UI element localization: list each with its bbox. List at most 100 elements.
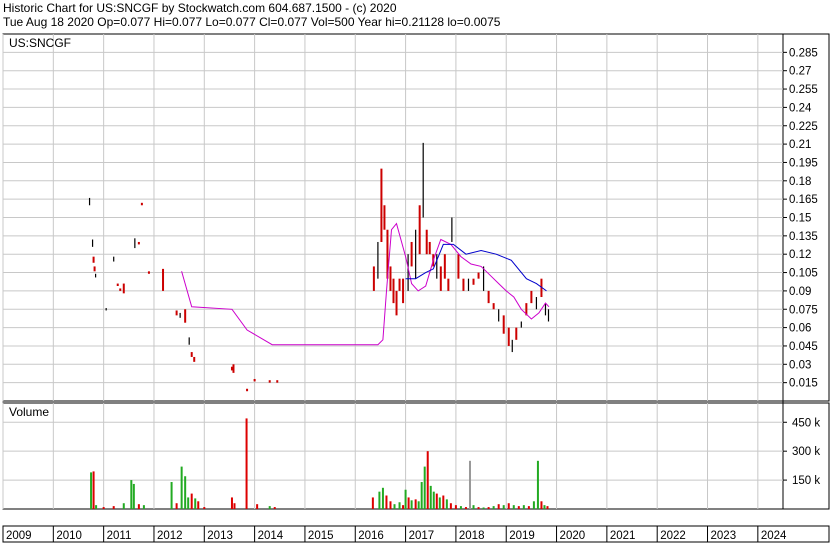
y-tick-label: 0.285 — [789, 47, 818, 59]
volume-bar — [449, 503, 452, 509]
volume-bar — [536, 460, 539, 509]
y-tick-label: 0.27 — [789, 66, 811, 78]
volume-bar — [393, 504, 396, 509]
volume-bar — [404, 489, 407, 509]
volume-bar — [90, 472, 93, 509]
volume-bar — [435, 493, 438, 509]
volume-panel-label: Volume — [9, 405, 49, 419]
volume-bar — [414, 499, 417, 509]
volume-bar — [502, 505, 505, 509]
volume-bar — [92, 471, 95, 509]
volume-bar — [398, 502, 401, 509]
volume-bar — [378, 491, 381, 509]
x-tick-label: 2015 — [308, 530, 334, 542]
x-tick-label: 2020 — [560, 530, 586, 542]
y-tick-label: 0.015 — [789, 378, 818, 390]
volume-bar — [468, 460, 471, 509]
volume-bar — [432, 491, 435, 509]
x-tick-label: 2009 — [6, 530, 32, 542]
x-tick-label: 2014 — [258, 530, 284, 542]
x-tick-label: 2021 — [610, 530, 636, 542]
volume-bar — [197, 501, 200, 509]
volume-bar — [540, 501, 543, 509]
volume-bar — [527, 506, 530, 509]
volume-bar — [180, 466, 183, 509]
volume-bar — [203, 507, 206, 509]
volume-bar — [402, 505, 405, 509]
volume-bar — [454, 505, 457, 509]
x-tick-label: 2011 — [107, 530, 132, 542]
volume-bar — [132, 483, 135, 509]
y-tick-label: 0.255 — [789, 84, 818, 96]
volume-bar — [522, 505, 525, 509]
y-tick-label: 0.135 — [789, 231, 818, 243]
volume-bar — [95, 505, 98, 509]
x-tick-label: 2017 — [409, 530, 435, 542]
volume-tick-label: 300 k — [792, 446, 820, 458]
y-tick-label: 0.195 — [789, 157, 818, 169]
volume-bar — [459, 506, 462, 509]
volume-bar — [438, 497, 441, 509]
x-tick-label: 2018 — [459, 530, 485, 542]
y-tick-label: 0.15 — [789, 213, 811, 225]
volume-bar — [417, 501, 420, 509]
y-tick-label: 0.18 — [789, 176, 811, 188]
volume-bar — [381, 487, 384, 509]
volume-tick-label: 150 k — [792, 475, 820, 487]
volume-bar — [429, 485, 432, 509]
volume-bar — [230, 497, 233, 509]
y-tick-label: 0.03 — [789, 359, 811, 371]
volume-bar — [184, 476, 187, 509]
volume-bar — [410, 500, 413, 509]
volume-tick-label: 450 k — [792, 417, 820, 429]
stock-chart: 2009 2010 2011 2012 2013 2014 2015 2016 2017 2018… — [2, 33, 830, 543]
x-tick-label: 2022 — [660, 530, 686, 542]
volume-bar — [137, 504, 140, 509]
volume-bar — [130, 480, 133, 509]
y-tick-label: 0.09 — [789, 286, 811, 298]
volume-bar — [477, 507, 480, 509]
y-tick-label: 0.12 — [789, 249, 811, 261]
y-tick-label: 0.045 — [789, 341, 818, 353]
y-tick-label: 0.06 — [789, 323, 811, 335]
volume-bar — [194, 498, 197, 509]
y-tick-label: 0.21 — [789, 139, 811, 151]
volume-bar — [532, 501, 535, 509]
volume-bar — [233, 503, 236, 509]
volume-bar — [389, 501, 392, 509]
volume-bar — [190, 493, 193, 509]
price-panel-label: US:SNCGF — [9, 36, 71, 50]
x-tick-label: 2016 — [358, 530, 384, 542]
volume-bar — [546, 506, 549, 509]
volume-bar — [142, 505, 145, 509]
volume-bar — [102, 507, 105, 509]
volume-bar — [245, 418, 248, 509]
volume-bar — [385, 495, 388, 509]
volume-bar — [371, 497, 374, 509]
x-tick-label: 2023 — [711, 530, 737, 542]
volume-bar — [543, 505, 546, 509]
volume-bar — [445, 499, 448, 509]
y-tick-label: 0.165 — [789, 194, 818, 206]
volume-bar — [273, 507, 276, 509]
volume-bar — [497, 504, 500, 509]
x-tick-label: 2019 — [509, 530, 535, 542]
volume-bar — [442, 495, 445, 509]
volume-bar — [517, 506, 520, 509]
volume-bar — [507, 503, 510, 509]
volume-bar — [268, 506, 271, 509]
volume-bar — [407, 497, 410, 509]
volume-bar — [423, 466, 426, 509]
volume-bar — [175, 503, 178, 509]
volume-bar — [170, 482, 173, 509]
volume-bar — [492, 506, 495, 509]
y-tick-label: 0.105 — [789, 268, 818, 280]
x-tick-label: 2012 — [157, 530, 183, 542]
volume-panel-frame — [2, 402, 830, 510]
volume-bar — [187, 497, 190, 509]
volume-bar — [482, 507, 485, 509]
volume-bar — [464, 507, 467, 509]
volume-bar — [472, 505, 475, 509]
y-tick-label: 0.24 — [789, 102, 812, 114]
y-tick-label: 0.225 — [789, 121, 818, 133]
